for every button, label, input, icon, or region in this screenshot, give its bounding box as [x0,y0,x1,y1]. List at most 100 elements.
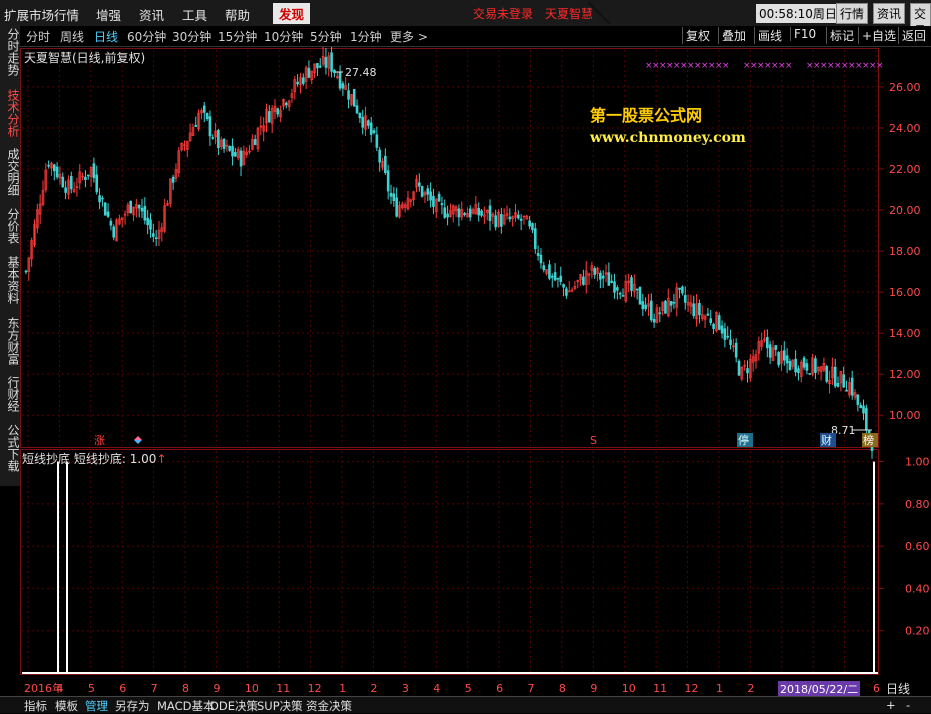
candle-body [129,200,132,214]
candle-body [567,290,571,293]
indicator-up-arrow-icon: ↑ [156,452,167,466]
marker-halt[interactable]: 停 [738,433,749,447]
up-arrow-icon [134,436,142,440]
candle-body [683,295,687,303]
bottom-indicator-bar: 指标 模板 管理 另存为 MACD基本 DDE决策 SUP决策 资金决策 + - [0,696,931,713]
candle-body [101,197,104,200]
indicator-name[interactable]: 短线抄底 [22,452,70,466]
chart-grid [22,50,884,673]
candle-body [706,313,710,316]
event-mark-row: × × × × × × × × × × × × × × × × × × × × × × × × × × × × × × [645,61,884,71]
candle-body [69,176,73,190]
candle-body [734,342,738,358]
candle-body [211,137,215,139]
date-axis-labels: 2016年456789101112123456789101112123456 [24,681,880,695]
candle-body [296,81,299,85]
candle-body [664,300,667,314]
date-tick-label: 8 [559,682,566,695]
candle-body [709,318,713,323]
daily-period-button[interactable]: 日线 [886,680,910,697]
candle-body [494,215,497,228]
candle-body [850,377,854,396]
candle-body [426,188,430,195]
candle-body [488,205,492,221]
candle-body [468,208,472,218]
kline-chart[interactable]: 10.00 12.00 14.00 16.00 18.00 20.00 22.00 24.00… [0,0,931,712]
date-tick-label: 8 [182,682,189,695]
price-tick-label: 14.00 [889,327,921,340]
candle-body [152,233,155,237]
candle-body [500,214,503,227]
candlestick-series [24,46,874,459]
candle-body [231,145,234,157]
candle-body [361,116,365,128]
candle-body [562,284,565,288]
candle-body [833,366,837,387]
candle-body [618,292,622,295]
candle-body [782,350,786,361]
indicator-title: 短线抄底 短线抄底: 1.00↑ [22,450,167,467]
event-mark-icon: × [722,61,730,71]
event-mark-icon: × [785,61,793,71]
candle-body [678,287,681,290]
candle-body [601,275,605,279]
zoom-in-icon[interactable]: + [886,698,896,712]
marker-finance[interactable]: 财 [821,433,832,447]
candle-body [149,219,152,230]
candle-body [347,90,350,100]
date-tick-label: 7 [528,682,535,695]
zoom-out-icon[interactable]: - [906,698,910,712]
candle-body [369,122,373,135]
candle-body [146,217,149,226]
candle-body [24,270,28,273]
candle-body [324,57,328,68]
candle-body [95,174,99,193]
date-tick-label: 11 [276,682,290,695]
candle-body [239,150,243,167]
indicator-tick-label: 1.00 [905,456,930,469]
marker-ranking[interactable]: 榜 [863,433,874,447]
candle-body [712,323,715,329]
candle-body [420,186,424,197]
candle-body [140,207,144,212]
candle-body [610,280,613,283]
candle-body [528,220,531,227]
candle-body [316,63,319,69]
candle-body [723,328,727,340]
candle-body [652,318,656,323]
price-tick-label: 18.00 [889,245,921,258]
date-tick-label: 10 [245,682,259,695]
candle-body [658,312,662,315]
candle-body [477,207,481,216]
date-tick-label: 6 [119,682,126,695]
date-tick-label: 2 [747,682,754,695]
candle-body [358,112,362,119]
indicator-tick-label: 0.60 [905,540,930,553]
candle-body [463,212,466,216]
marker-rise[interactable]: 涨 [94,434,105,447]
candle-body [802,357,806,368]
candle-body [644,304,647,310]
candle-body [797,368,800,374]
candle-body [253,139,257,146]
candle-body [307,67,311,78]
candle-body [556,277,560,280]
candle-body [542,265,546,271]
candle-body [788,361,792,370]
candle-body [432,195,435,207]
candle-body [194,125,198,127]
date-tick-label: 6 [873,682,880,695]
indicator-signal-series [22,461,878,674]
candle-body [862,405,865,414]
candle-body [621,295,625,297]
indicator-axis-labels: 0.20 0.40 0.60 0.80 1.00 [905,456,930,638]
candle-body [641,301,645,310]
candle-body [386,170,390,192]
candle-body [228,146,232,151]
candle-body [559,275,563,282]
candle-body [720,325,724,334]
candle-body [109,220,113,226]
marker-sell[interactable]: S [590,434,597,447]
date-tick-label: 1 [339,682,346,695]
candle-body [737,360,741,376]
